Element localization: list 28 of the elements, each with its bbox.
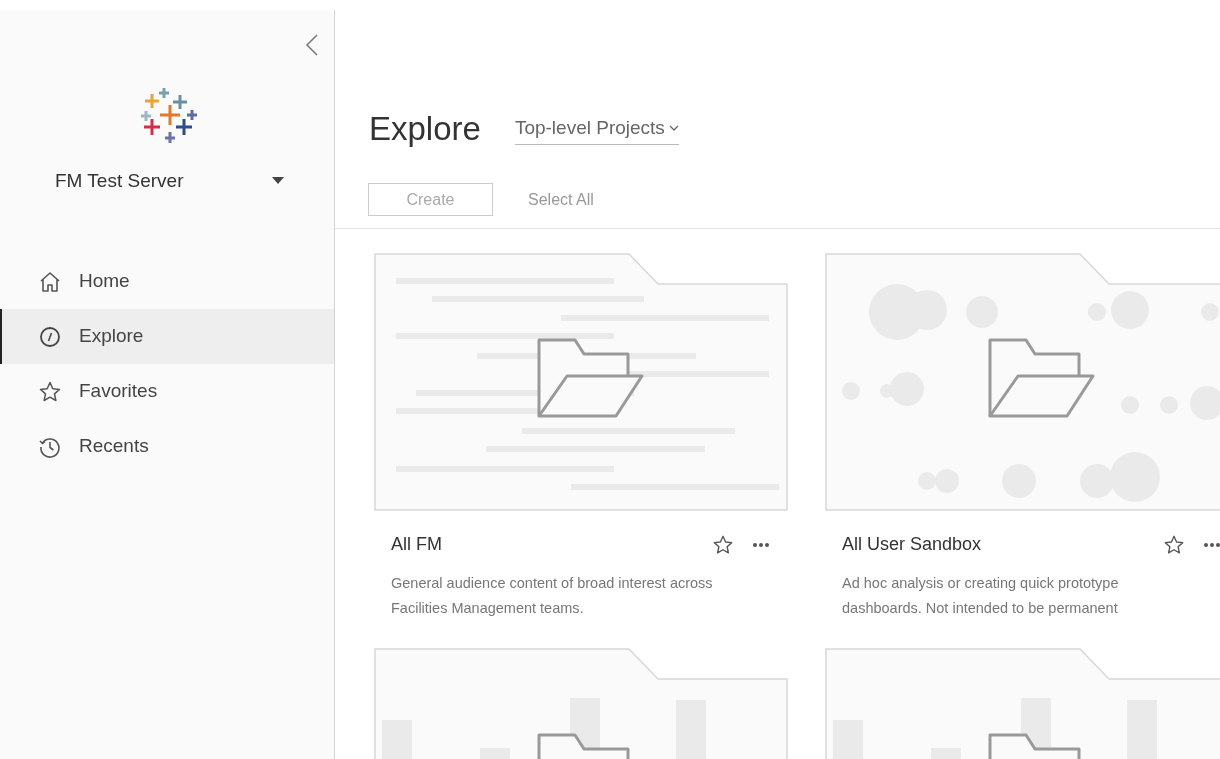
nav-item[interactable]: Explore [0, 309, 334, 364]
more-options-icon[interactable] [752, 541, 770, 548]
project-filter-dropdown[interactable]: Top-level Projects [514, 113, 679, 145]
home-icon [38, 269, 62, 294]
compass-icon [38, 324, 62, 349]
server-name[interactable]: FM Test Server [55, 166, 272, 196]
star-icon[interactable] [1163, 533, 1185, 556]
folder-icon [988, 338, 1095, 418]
project-name[interactable]: All User Sandbox [842, 531, 1163, 558]
folder-icon [988, 733, 1081, 759]
folder-thumbnail[interactable] [374, 253, 788, 511]
star-icon [38, 379, 62, 404]
project-name[interactable]: All FM [391, 531, 712, 558]
folder-icon [537, 338, 644, 418]
collapse-icon[interactable] [305, 34, 319, 56]
folder-thumbnail[interactable] [825, 253, 1220, 511]
project-description: Ad hoc analysis or creating quick prototype dashboards. Not intended to be permanent [841, 574, 1120, 618]
star-icon[interactable] [712, 533, 734, 556]
chevron-down-icon [668, 124, 679, 131]
page-title: Explore [369, 112, 481, 145]
folder-icon [537, 733, 630, 759]
nav-item[interactable]: Recents [0, 419, 334, 474]
nav-item[interactable]: Home [0, 254, 334, 309]
logo-icon [140, 88, 200, 144]
nav-item[interactable]: Favorites [0, 364, 334, 419]
caret-icon[interactable] [272, 177, 284, 185]
project-description: General audience content of broad interest across Facilities Management teams. [390, 574, 714, 618]
more-options-icon[interactable] [1203, 541, 1220, 548]
